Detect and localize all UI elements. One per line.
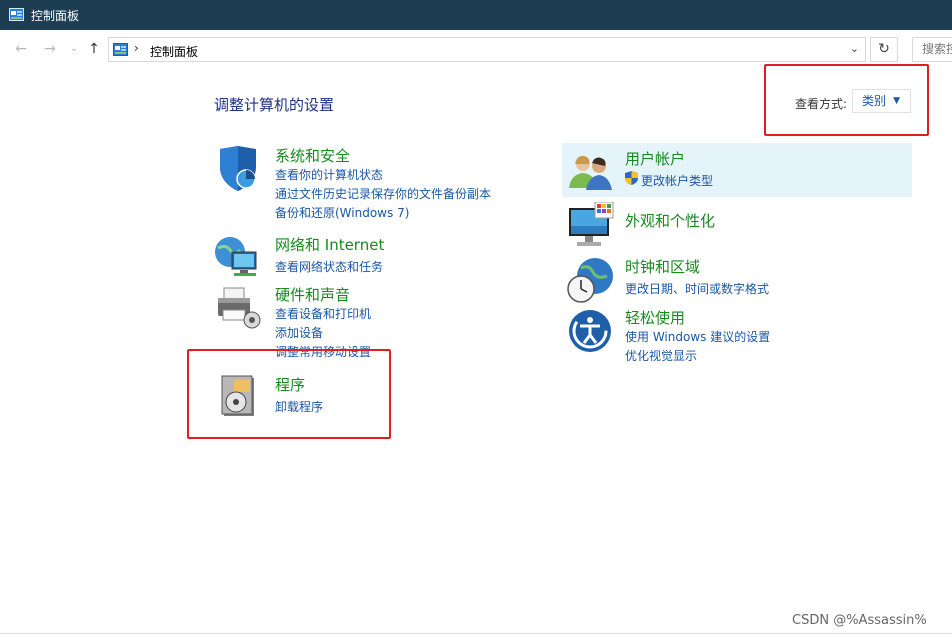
category-title[interactable]: 用户帐户 (625, 148, 685, 169)
link-optimize-visual-display[interactable]: 优化视觉显示 (625, 347, 697, 364)
link-file-history-backup[interactable]: 通过文件历史记录保存你的文件备份副本 (275, 185, 491, 202)
monitor-palette-icon (569, 202, 614, 246)
link-view-computer-status[interactable]: 查看你的计算机状态 (275, 166, 383, 183)
annotation-box-programs (187, 349, 391, 439)
bottom-divider (0, 633, 952, 634)
category-title[interactable]: 硬件和声音 (275, 284, 350, 305)
printer-icon (218, 287, 261, 329)
category-title[interactable]: 时钟和区域 (625, 256, 700, 277)
address-dropdown-icon[interactable]: ⌄ (850, 42, 859, 55)
annotation-box-view-by (764, 64, 929, 136)
recent-locations-chevron-icon[interactable]: ⌄ (65, 41, 83, 57)
control-panel-icon (113, 43, 128, 56)
breadcrumb-separator-icon[interactable]: › (134, 41, 139, 55)
link-devices-printers[interactable]: 查看设备和打印机 (275, 305, 371, 322)
control-panel-icon (9, 8, 24, 21)
link-windows-recommended-settings[interactable]: 使用 Windows 建议的设置 (625, 328, 770, 345)
network-globe-icon (215, 237, 257, 276)
forward-arrow-icon[interactable]: → (41, 41, 59, 57)
link-change-account-type[interactable]: 更改帐户类型 (641, 172, 713, 189)
refresh-button[interactable]: ↻ (870, 37, 898, 62)
breadcrumb-control-panel[interactable]: 控制面板 (150, 43, 198, 60)
window-title: 控制面板 (31, 9, 80, 23)
category-title[interactable]: 轻松使用 (625, 307, 685, 328)
watermark-text: CSDN @%Assassin% (792, 613, 927, 628)
title-bar: 控制面板 (0, 0, 952, 30)
link-add-device[interactable]: 添加设备 (275, 324, 323, 341)
link-change-date-time-format[interactable]: 更改日期、时间或数字格式 (625, 280, 769, 297)
page-heading: 调整计算机的设置 (214, 96, 335, 114)
up-arrow-icon[interactable]: ↑ (85, 41, 103, 57)
users-icon (569, 155, 612, 190)
category-title[interactable]: 系统和安全 (275, 145, 350, 166)
ease-of-access-icon (569, 310, 611, 352)
uac-shield-icon (625, 171, 638, 185)
category-title[interactable]: 外观和个性化 (625, 210, 715, 231)
search-input[interactable]: 搜索控 (912, 37, 952, 62)
link-view-network-status[interactable]: 查看网络状态和任务 (275, 258, 383, 275)
clock-globe-icon (567, 258, 613, 303)
back-arrow-icon[interactable]: ← (12, 41, 30, 57)
category-title[interactable]: 网络和 Internet (275, 234, 384, 255)
link-backup-restore[interactable]: 备份和还原(Windows 7) (275, 204, 409, 221)
shield-icon (220, 146, 256, 191)
address-bar[interactable]: › 控制面板 ⌄ (108, 37, 866, 62)
